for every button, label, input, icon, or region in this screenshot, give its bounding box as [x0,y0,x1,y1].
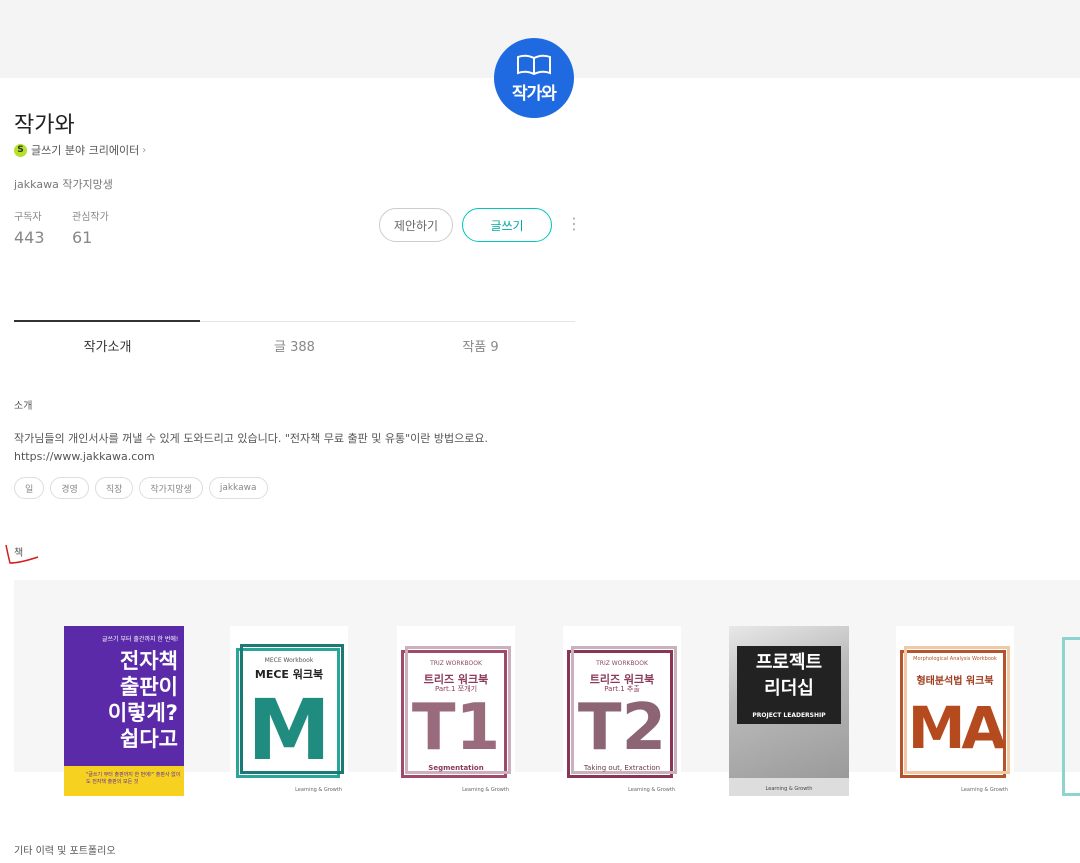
keyword-tag[interactable]: 일 [14,477,45,499]
profile-logo[interactable]: 작가와 [494,38,574,118]
book-subtitle: TRIZ WORKBOOK [596,660,648,667]
book-publisher: Learning & Growth [295,787,342,793]
tab-works[interactable]: 작품 9 [387,336,574,355]
tab-active-indicator [14,320,200,322]
book-publisher: Learning & Growth [765,786,813,792]
subscribers-count: 443 [14,228,45,247]
other-section-title: 기타 이력 및 포트폴리오 [14,846,116,857]
logo-text: 작가와 [512,83,557,104]
book-subtitle: MECE Workbook [264,657,314,664]
book-title-line: 이렇게? [107,701,178,725]
creator-label: 글쓰기 분야 크리에이터 [31,144,140,157]
subscribers-stat[interactable]: 구독자 443 [14,208,45,247]
book-publisher: Learning & Growth [961,787,1008,793]
following-count: 61 [72,228,93,247]
book-cover-5[interactable]: 프로젝트 리더십 PROJECT LEADERSHIP Learning & G… [729,626,849,796]
author-job: jakkawa 작가지망생 [14,178,113,191]
book-publisher: Learning & Growth [628,787,675,793]
book-title-line: 프로젝트 [755,652,823,673]
book-title-line: 전자책 [120,649,178,673]
book-title: MECE 워크북 [254,668,324,681]
more-options-icon[interactable]: ⋮ [566,214,582,233]
book-big-letter: T2 [577,691,667,765]
book-title: 형태분석법 워크북 [916,676,994,687]
tab-author-intro[interactable]: 작가소개 [14,336,201,355]
creator-link[interactable]: S 글쓰기 분야 크리에이터 › [14,142,146,158]
book-big-letter: M [247,681,331,779]
book-band: "글쓰기 부터 출판까지 한 번에!" 출판사 없이도 전자책 출판의 모든 것 [64,766,184,796]
book-title-line: 리더십 [764,678,814,699]
tab-posts[interactable]: 글 388 [201,336,388,355]
open-book-icon [517,54,551,75]
book-footer: Taking out, Extraction [583,764,661,772]
keyword-list: 일 경영 직장 작가지망생 jakkawa [14,477,268,499]
following-stat[interactable]: 관심작가 61 [72,208,109,247]
book-cover-1[interactable]: 글쓰기 부터 출간까지 한 번에! 전자책 출판이 이렇게? 쉽다고 "글쓰기 … [64,626,184,796]
following-label: 관심작가 [72,212,109,223]
keyword-tag[interactable]: 직장 [94,477,134,499]
book-subtitle: PROJECT LEADERSHIP [752,712,826,719]
keyword-tag[interactable]: 경영 [50,477,89,499]
subscribers-label: 구독자 [14,212,42,223]
book-blurb: "글쓰기 부터 출판까지 한 번에!" 출판사 없이도 전자책 출판의 모든 것 [86,772,181,785]
book-cover-3[interactable]: TRIZ WORKBOOK 트리즈 워크북 Part.1 쪼개기 T1 Segm… [397,626,515,796]
book-footer: Segmentation [428,764,484,772]
creator-badge-icon: S [14,143,27,157]
book-subtitle: TRIZ WORKBOOK [430,660,482,667]
book-subtitle: Morphological Analysis Workbook [913,656,997,662]
author-name: 작가와 [14,113,75,138]
books-section-title: 책 [14,548,24,559]
book-title-line: 출판이 [120,675,178,699]
website-link[interactable]: https://www.jakkawa.com [14,450,155,463]
chevron-right-icon: › [142,144,147,156]
book-title: 전자책 출판이 이렇게? 쉽다고 [74,648,178,752]
intro-text: 작가님들의 개인서사를 꺼낼 수 있게 도와드리고 있습니다. "전자책 무료 … [14,432,488,445]
book-publisher: Learning & Growth [462,787,509,793]
book-big-letter: MA [907,694,1007,762]
suggest-button[interactable]: 제안하기 [379,208,453,242]
keyword-tag[interactable]: jakkawa [208,477,268,499]
keyword-tag[interactable]: 작가지망생 [139,477,203,499]
book-title-line: 쉽다고 [120,727,178,751]
write-button[interactable]: 글쓰기 [462,208,552,242]
book-big-letter: T1 [411,691,501,765]
book-title: 프로젝트 리더십 [737,650,841,702]
book-cover-7-partial[interactable] [1062,637,1080,796]
book-cover-4[interactable]: TRIZ WORKBOOK 트리즈 워크북 Part.1 추출 T2 Takin… [563,626,681,796]
book-tagline: 글쓰기 부터 출간까지 한 번에! [102,636,179,643]
book-cover-6[interactable]: Morphological Analysis Workbook 형태분석법 워크… [896,626,1014,796]
intro-section-title: 소개 [14,401,33,412]
book-cover-2[interactable]: MECE Workbook MECE 워크북 M Learning & Grow… [230,626,348,796]
